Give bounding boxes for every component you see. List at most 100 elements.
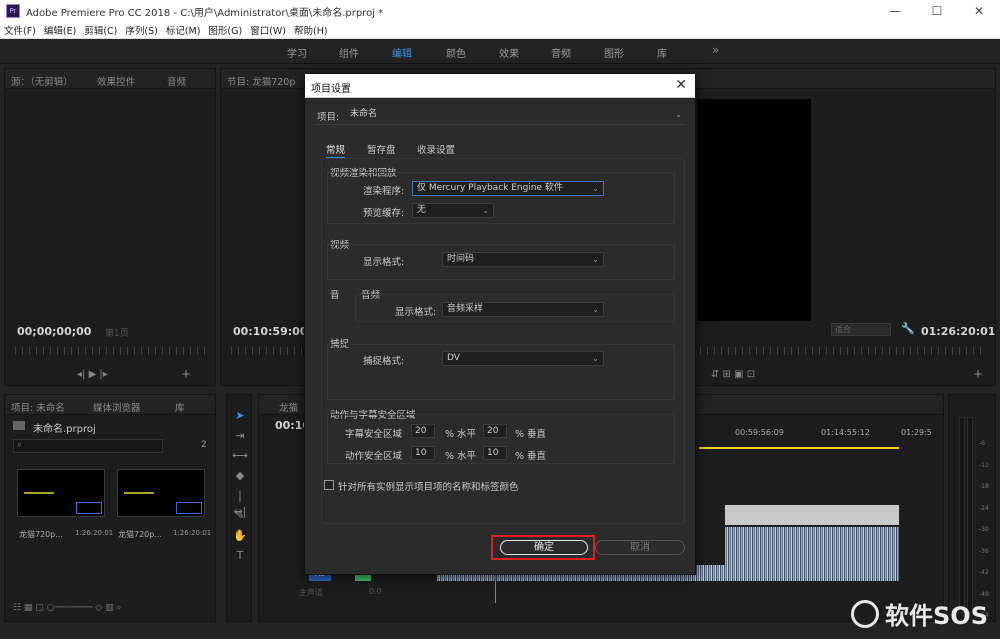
- dialog-divider: [315, 124, 685, 125]
- source-panel: 源：（无剪辑） 效果控件 音频 00;00;00;00 第1页 ◂| ▶ |▸ …: [4, 68, 216, 386]
- tab-libraries[interactable]: 库: [175, 400, 185, 414]
- source-panel-header: 源：（无剪辑） 效果控件 音频: [5, 69, 215, 89]
- menu-file[interactable]: 文件(F): [4, 23, 36, 37]
- slip-tool-icon[interactable]: |↔|: [232, 488, 248, 518]
- audio-clip-header[interactable]: [725, 505, 899, 525]
- project-item-name: 龙猫720p...: [118, 530, 162, 539]
- project-name-select[interactable]: 未命名 ⌄: [345, 107, 687, 122]
- tab-program[interactable]: 节目: 龙猫720p: [227, 74, 295, 88]
- audio-display-format-select[interactable]: 音频采样 ⌄: [442, 302, 604, 317]
- source-time-ruler[interactable]: [15, 347, 205, 355]
- menu-bar: 文件(F) 编辑(E) 剪辑(C) 序列(S) 标记(M) 图形(G) 窗口(W…: [0, 22, 1000, 39]
- workspace-more-icon[interactable]: »: [712, 43, 719, 57]
- workspace-libraries[interactable]: 库: [657, 45, 667, 60]
- tab-scratch-disks[interactable]: 暂存盘: [367, 142, 396, 156]
- tab-ingest-settings[interactable]: 收录设置: [417, 142, 455, 156]
- tab-media-browser[interactable]: 媒体浏览器: [93, 400, 141, 414]
- project-item-duration: 1:26:20:01: [75, 529, 114, 537]
- selection-tool-icon[interactable]: ➤: [232, 408, 248, 424]
- menu-clip[interactable]: 剪辑(C): [84, 23, 117, 37]
- timeline-ruler-label: 00:59:56:09: [735, 428, 784, 437]
- workspace-assembly[interactable]: 组件: [339, 45, 359, 60]
- type-tool-icon[interactable]: T: [232, 548, 248, 564]
- hand-tool-icon[interactable]: ✋: [232, 528, 248, 544]
- workspace-audio[interactable]: 音频: [551, 45, 571, 60]
- minimize-button[interactable]: —: [874, 0, 916, 22]
- project-label: 项目:: [317, 112, 340, 123]
- window-title: Adobe Premiere Pro CC 2018 - C:\用户\Admin…: [26, 7, 384, 19]
- menu-graphics[interactable]: 图形(G): [208, 23, 242, 37]
- work-area-bar[interactable]: [699, 447, 899, 449]
- watermark: 软件SOS: [851, 596, 988, 631]
- workspace-graphics[interactable]: 图形: [604, 45, 624, 60]
- show-names-labels-checkbox[interactable]: [324, 480, 334, 490]
- menu-edit[interactable]: 编辑(E): [44, 23, 76, 37]
- workspace-editing[interactable]: 编辑: [392, 45, 412, 60]
- workspace-color[interactable]: 颜色: [446, 45, 466, 60]
- capture-format-label: 捕捉格式:: [363, 356, 405, 367]
- maximize-button[interactable]: ☐: [916, 0, 958, 22]
- search-icon: ⌕: [17, 440, 23, 450]
- tab-source[interactable]: 源：（无剪辑）: [11, 74, 73, 88]
- title-safe-label: 字幕安全区域: [345, 429, 403, 440]
- workspace-learn[interactable]: 学习: [287, 45, 307, 60]
- video-format-label: 显示格式:: [363, 257, 405, 268]
- program-timecode-current[interactable]: 00:10:59:00: [233, 325, 307, 338]
- action-safe-label: 动作安全区域: [345, 451, 403, 462]
- cancel-button[interactable]: 取消: [595, 540, 685, 555]
- dialog-close-icon[interactable]: ✕: [675, 77, 687, 93]
- project-search-input[interactable]: ⌕: [13, 439, 163, 453]
- tab-general[interactable]: 常规: [326, 142, 346, 159]
- preview-cache-select[interactable]: 无 ⌄: [412, 203, 494, 218]
- source-page-select[interactable]: 第1页: [105, 326, 129, 339]
- program-fit-select[interactable]: 适合: [831, 323, 891, 336]
- capture-format-value: DV: [447, 353, 460, 363]
- project-item-thumbnail[interactable]: [117, 469, 205, 517]
- timeline-ruler-label: 01:14:55:12: [821, 428, 870, 437]
- window-titlebar: Pr Adobe Premiere Pro CC 2018 - C:\用户\Ad…: [0, 0, 1000, 22]
- close-window-button[interactable]: ✕: [958, 0, 1000, 22]
- wrench-icon[interactable]: 🔧: [901, 322, 915, 335]
- action-safe-horizontal-input[interactable]: 10: [411, 446, 435, 460]
- ripple-edit-tool-icon[interactable]: ⟷: [232, 448, 248, 464]
- pen-tool-icon[interactable]: ✎: [232, 508, 248, 524]
- ok-button[interactable]: 确定: [500, 540, 588, 555]
- tab-effect-controls[interactable]: 效果控件: [97, 74, 135, 88]
- master-track-label: 主声道: [299, 588, 323, 597]
- project-file-name: 未命名.prproj: [33, 424, 96, 435]
- audio-format-label: 显示格式:: [395, 307, 437, 318]
- watermark-logo-icon: [851, 599, 880, 628]
- add-icon[interactable]: +: [181, 367, 191, 381]
- video-format-value: 时间码: [447, 254, 475, 264]
- title-safe-horizontal-input[interactable]: 20: [411, 424, 435, 438]
- tab-audio-mixer[interactable]: 音频: [167, 74, 186, 88]
- menu-marker[interactable]: 标记(M): [166, 23, 201, 37]
- title-safe-vertical-input[interactable]: 20: [483, 424, 507, 438]
- tab-project[interactable]: 项目: 未命名: [11, 400, 65, 414]
- source-timecode[interactable]: 00;00;00;00: [17, 325, 91, 338]
- video-display-format-select[interactable]: 时间码 ⌄: [442, 252, 604, 267]
- menu-sequence[interactable]: 序列(S): [125, 23, 157, 37]
- razor-tool-icon[interactable]: ◆: [232, 468, 248, 484]
- capture-format-select[interactable]: DV ⌄: [442, 351, 604, 366]
- renderer-select[interactable]: 仅 Mercury Playback Engine 软件 ⌄: [412, 181, 604, 196]
- audio-meter-right: [967, 417, 973, 613]
- program-video-frame: [697, 99, 811, 321]
- watermark-text: 软件SOS: [885, 602, 988, 630]
- action-safe-vertical-input[interactable]: 10: [483, 446, 507, 460]
- track-select-tool-icon[interactable]: ⇥: [232, 428, 248, 444]
- workspace-effects[interactable]: 效果: [499, 45, 519, 60]
- project-panel-header: 项目: 未命名 媒体浏览器 库: [5, 395, 215, 415]
- audio-partial-label: 音: [330, 290, 340, 301]
- project-item-thumbnail[interactable]: [17, 469, 105, 517]
- audio-clip-waveform[interactable]: [725, 527, 899, 565]
- source-transport-controls: ◂| ▶ |▸: [77, 369, 108, 380]
- tab-timeline-sequence[interactable]: 龙猫: [279, 400, 298, 414]
- menu-help[interactable]: 帮助(H): [294, 23, 328, 37]
- project-name-value: 未命名: [350, 109, 378, 119]
- title-safe-v-unit: % 垂直: [515, 429, 547, 440]
- program-add-icon[interactable]: +: [973, 367, 983, 381]
- audio-meter-left: [959, 417, 965, 613]
- project-settings-dialog: 项目设置 ✕ 项目: 未命名 ⌄ 常规 暂存盘 收录设置 视频渲染和回放 渲染程…: [304, 73, 696, 575]
- menu-window[interactable]: 窗口(W): [250, 23, 286, 37]
